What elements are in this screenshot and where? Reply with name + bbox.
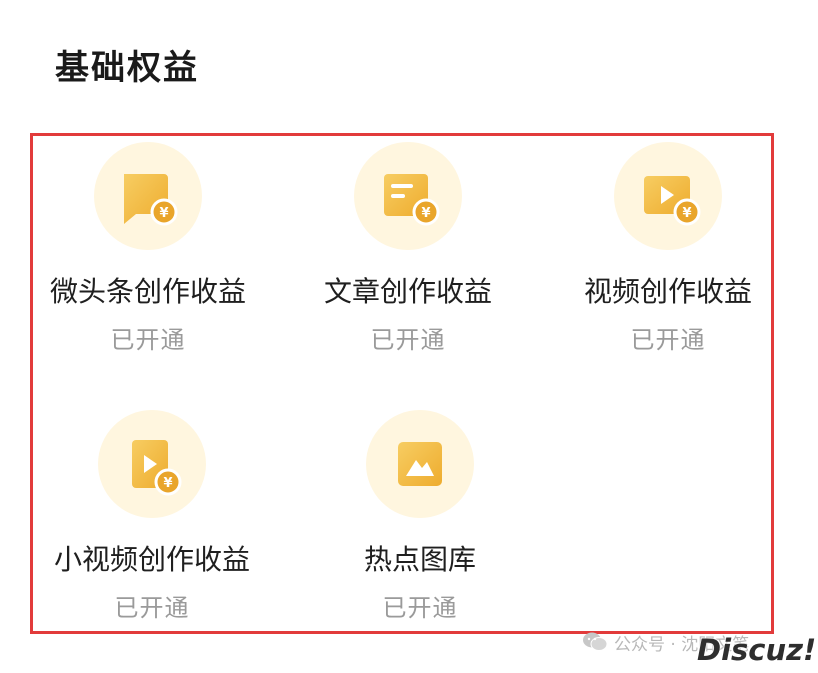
benefit-status: 已开通 <box>110 326 186 354</box>
benefit-label: 小视频创作收益 <box>53 543 250 576</box>
benefit-status: 已开通 <box>114 594 190 622</box>
benefit-label: 微头条创作收益 <box>49 275 246 308</box>
benefit-label: 文章创作收益 <box>323 275 492 308</box>
benefit-label: 热点图库 <box>363 543 476 576</box>
benefit-status: 已开通 <box>370 326 446 354</box>
wechat-icon <box>583 632 608 651</box>
benefit-item-short-video[interactable]: ¥ 小视频创作收益 已开通 <box>22 410 282 624</box>
icon-circle: ¥ <box>614 142 722 250</box>
benefit-item-hot-gallery[interactable]: 热点图库 已开通 <box>290 410 550 624</box>
svg-text:¥: ¥ <box>421 206 430 221</box>
image-gallery-icon <box>398 442 442 486</box>
benefit-item-article[interactable]: ¥ 文章创作收益 已开通 <box>278 142 538 356</box>
benefit-label: 视频创作收益 <box>583 275 752 308</box>
svg-text:¥: ¥ <box>159 206 168 221</box>
document-yuan-icon: ¥ <box>384 174 440 226</box>
benefit-status: 已开通 <box>630 326 706 354</box>
short-video-yuan-icon: ¥ <box>132 440 182 496</box>
benefit-item-micro-headline[interactable]: ¥ 微头条创作收益 已开通 <box>18 142 278 356</box>
watermark-brand: Discuz! <box>697 633 817 667</box>
chat-bubble-yuan-icon: ¥ <box>124 174 178 226</box>
icon-circle: ¥ <box>98 410 206 518</box>
section-title: 基础权益 <box>55 48 199 88</box>
video-play-yuan-icon: ¥ <box>644 176 701 226</box>
icon-circle: ¥ <box>94 142 202 250</box>
svg-text:¥: ¥ <box>682 206 691 221</box>
icon-circle: ¥ <box>354 142 462 250</box>
benefit-status: 已开通 <box>382 594 458 622</box>
benefit-item-video[interactable]: ¥ 视频创作收益 已开通 <box>538 142 798 356</box>
icon-circle <box>366 410 474 518</box>
svg-text:¥: ¥ <box>163 476 172 491</box>
